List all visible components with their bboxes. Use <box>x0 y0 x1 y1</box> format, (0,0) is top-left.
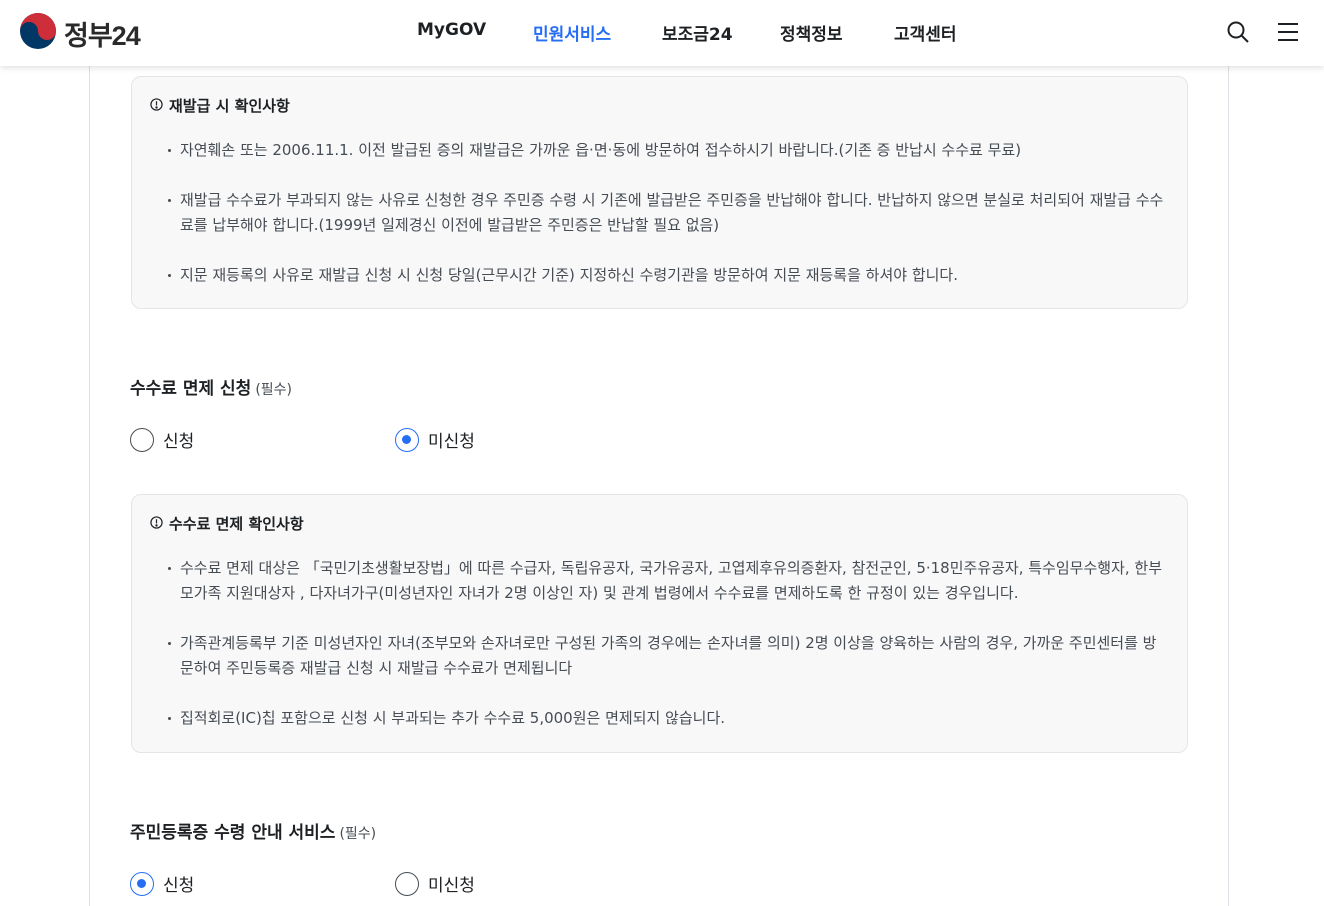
reissue-notice-title: 재발급 시 확인사항 <box>169 97 290 115</box>
fee-notice-header: 수수료 면제 확인사항 <box>150 513 1167 534</box>
logo[interactable]: 정부24 <box>20 13 141 53</box>
pickup-service-apply-radio[interactable]: 신청 <box>130 871 194 896</box>
radio-unchecked-icon[interactable] <box>130 427 154 452</box>
reissue-notice-header: 재발급 시 확인사항 <box>150 95 1167 116</box>
radio-checked-icon[interactable] <box>130 871 154 896</box>
radio-label: 신청 <box>163 432 195 452</box>
government-emblem-icon <box>20 13 56 53</box>
radio-unchecked-icon[interactable] <box>395 871 419 896</box>
list-item: 자연훼손 또는 2006.11.1. 이전 발급된 증의 재발급은 가까운 읍·… <box>150 138 1167 163</box>
list-item: 지문 재등록의 사유로 재발급 신청 시 신청 당일(근무시간 기준) 지정하신… <box>150 263 1167 288</box>
site-header: 정부24 MyGOV 민원서비스 보조금24 정책정보 고객센터 <box>0 0 1324 66</box>
info-circle-icon <box>150 515 163 533</box>
header-actions <box>1226 20 1300 48</box>
reissue-notice-list: 자연훼손 또는 2006.11.1. 이전 발급된 증의 재발급은 가까운 읍·… <box>150 138 1167 288</box>
search-icon[interactable] <box>1226 20 1250 48</box>
main-nav: MyGOV 민원서비스 보조금24 정책정보 고객센터 <box>0 0 1324 66</box>
list-item: 집적회로(IC)칩 포함으로 신청 시 부과되는 추가 수수료 5,000원은 … <box>150 706 1167 731</box>
nav-item-customer-center[interactable]: 고객센터 <box>894 20 957 45</box>
fee-notice-box: 수수료 면제 확인사항 수수료 면제 대상은 「국민기초생활보장법」에 따른 수… <box>131 494 1188 753</box>
pickup-service-not-apply-radio[interactable]: 미신청 <box>395 871 475 896</box>
list-item: 재발급 수수료가 부과되지 않는 사유로 신청한 경우 주민증 수령 시 기존에… <box>150 188 1167 238</box>
menu-icon[interactable] <box>1276 20 1300 48</box>
fee-exemption-apply-radio[interactable]: 신청 <box>130 427 194 452</box>
required-label: (필수) <box>255 382 293 398</box>
fee-notice-title: 수수료 면제 확인사항 <box>169 515 304 533</box>
reissue-notice-box: 재발급 시 확인사항 자연훼손 또는 2006.11.1. 이전 발급된 증의 … <box>131 76 1188 309</box>
list-item: 수수료 면제 대상은 「국민기초생활보장법」에 따른 수급자, 독립유공자, 국… <box>150 556 1167 606</box>
pickup-service-title-text: 주민등록증 수령 안내 서비스 <box>130 823 336 843</box>
nav-item-mygov[interactable]: MyGOV <box>417 20 486 40</box>
radio-label: 미신청 <box>428 432 475 452</box>
radio-label: 신청 <box>163 876 195 896</box>
fee-exemption-title: 수수료 면제 신청 (필수) <box>130 374 292 399</box>
info-circle-icon <box>150 97 163 115</box>
content-frame: 재발급 시 확인사항 자연훼손 또는 2006.11.1. 이전 발급된 증의 … <box>89 66 1229 906</box>
radio-checked-icon[interactable] <box>395 427 419 452</box>
nav-item-policy[interactable]: 정책정보 <box>780 20 843 45</box>
fee-exemption-not-apply-radio[interactable]: 미신청 <box>395 427 475 452</box>
fee-notice-list: 수수료 면제 대상은 「국민기초생활보장법」에 따른 수급자, 독립유공자, 국… <box>150 556 1167 731</box>
pickup-service-title: 주민등록증 수령 안내 서비스 (필수) <box>130 818 376 843</box>
radio-label: 미신청 <box>428 876 475 896</box>
list-item: 가족관계등록부 기준 미성년자인 자녀(조부모와 손자녀로만 구성된 가족의 경… <box>150 631 1167 681</box>
nav-item-subsidy[interactable]: 보조금24 <box>662 20 733 45</box>
logo-text: 정부24 <box>64 20 141 51</box>
required-label: (필수) <box>339 826 377 842</box>
nav-item-civil-service[interactable]: 민원서비스 <box>533 20 611 45</box>
fee-exemption-title-text: 수수료 면제 신청 <box>130 379 252 399</box>
